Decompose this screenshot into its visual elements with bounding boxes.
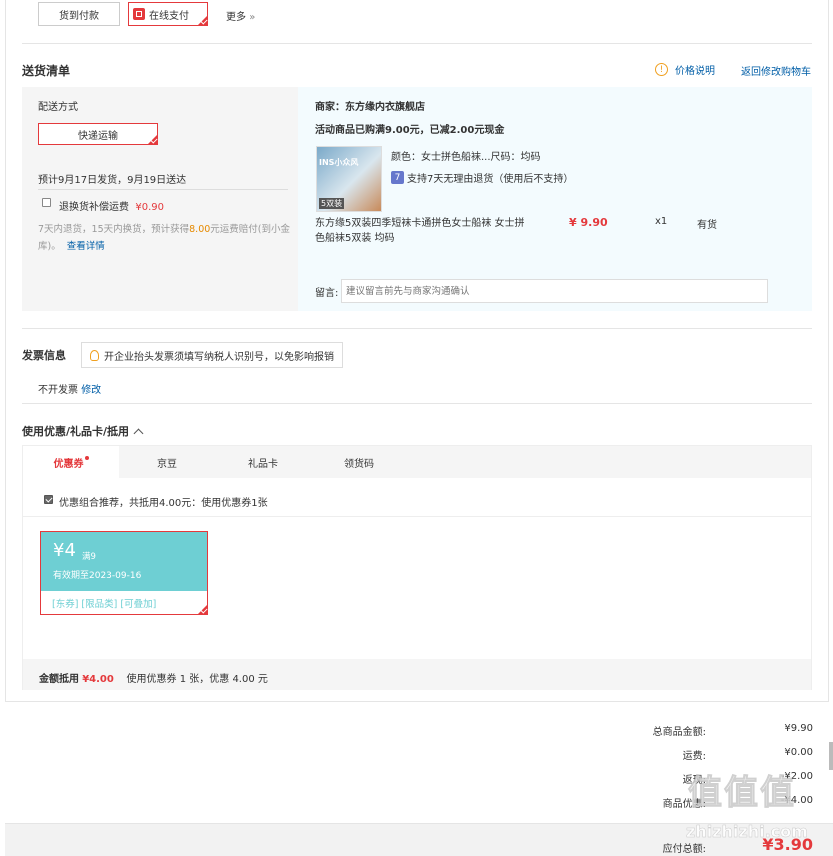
invoice-tip-text: 开企业抬头发票须填写纳税人识别号，以免影响报销	[104, 351, 334, 363]
insurance-text: 退换货补偿运费	[59, 202, 129, 213]
insurance-checkbox[interactable]	[42, 198, 51, 207]
product-qty: x1	[655, 216, 668, 227]
tab-pickup-code[interactable]: 领货码	[311, 446, 407, 478]
product-name[interactable]: 东方缘5双装四季短袜卡通拼色女士船袜 女士拼色船袜5双装 均码	[315, 216, 525, 246]
express-label: 快递运输	[78, 130, 118, 142]
frame-bottom	[5, 701, 829, 702]
shipping-method-title: 配送方式	[38, 102, 78, 113]
watermark-logo: 值值值	[688, 773, 796, 814]
price-info-label: 价格说明	[675, 66, 715, 77]
cod-button[interactable]: 货到付款	[38, 2, 120, 26]
delivery-schedule: 预计9月17日发货，9月19日送达	[38, 175, 187, 186]
express-shipping-button[interactable]: 快递运输	[38, 123, 158, 145]
thumb-text: INS小众风	[319, 158, 359, 167]
lightbulb-icon	[90, 349, 99, 361]
recommend-checkbox[interactable]	[44, 495, 53, 504]
tab-giftcard[interactable]: 礼品卡	[215, 446, 311, 478]
divider	[22, 403, 812, 404]
invoice-tip: 开企业抬头发票须填写纳税人识别号，以免影响报销	[81, 342, 343, 368]
online-pay-button[interactable]: 在线支付	[128, 2, 208, 26]
payable-label: 应付总额:	[662, 844, 706, 855]
price-info-link[interactable]: ! 价格说明	[655, 62, 715, 77]
discounts-toggle[interactable]: 使用优惠/礼品卡/抵用	[22, 423, 144, 439]
product-stock: 有货	[697, 220, 717, 231]
shipping-fee-label: 运费:	[682, 751, 706, 762]
product-price: ¥ 9.90	[569, 216, 608, 229]
more-label: 更多	[226, 12, 246, 23]
insurance-desc-text: 7天内退货，15天内换货，预计获得	[38, 224, 190, 235]
summary-label: 金额抵用	[39, 674, 79, 685]
shipping-fee-value: ¥0.00	[784, 747, 813, 758]
tab-coupon[interactable]: 优惠券	[23, 446, 119, 478]
coupon-threshold: 满9	[82, 552, 96, 562]
frame-right	[828, 0, 829, 702]
selected-check-icon	[148, 135, 157, 144]
summary-desc: 使用优惠券 1 张，优惠 4.00 元	[126, 674, 268, 685]
discounts-panel: 优惠券 京豆 礼品卡 领货码 优惠组合推荐，共抵用4.00元：使用优惠券1张 ¥…	[22, 445, 812, 690]
delivery-list-title: 送货清单	[22, 64, 71, 78]
insurance-label: 退换货补偿运费 ¥0.90	[59, 198, 164, 213]
divider	[23, 516, 811, 517]
promotion-text: 活动商品已购满9.00元，已减2.00元现金	[315, 125, 505, 136]
divider	[22, 328, 812, 329]
return-policy: 7 支持7天无理由退货（使用后不支持）	[391, 170, 573, 185]
seven-day-return-icon: 7	[391, 171, 404, 184]
invoice-status: 不开发票 修改	[38, 381, 101, 396]
insurance-price: ¥0.90	[135, 202, 164, 213]
invoice-title: 发票信息	[22, 349, 66, 362]
divider	[38, 189, 288, 190]
insurance-amount: 8.00	[189, 224, 211, 235]
red-dot-icon	[84, 456, 89, 460]
tab-coupon-label: 优惠券	[53, 458, 84, 470]
note-input[interactable]	[341, 279, 768, 303]
coupon-card[interactable]: ¥4 满9 有效期至2023-09-16 [东券] [限品类] [可叠加]	[40, 531, 208, 615]
merchant-name: 商家：东方缘内衣旗舰店	[315, 102, 425, 113]
frame-left	[5, 0, 6, 702]
online-pay-label: 在线支付	[149, 10, 189, 22]
note-label: 留言:	[315, 288, 339, 299]
invoice-modify-link[interactable]: 修改	[81, 385, 101, 396]
cod-label: 货到付款	[59, 10, 99, 22]
coupon-expiry: 有效期至2023-09-16	[53, 571, 142, 581]
coupon-tags: [东券] [限品类] [可叠加]	[52, 599, 157, 610]
selected-check-icon	[198, 605, 207, 614]
more-arrow-icon: »	[249, 12, 256, 23]
product-thumbnail[interactable]: INS小众风 5双装	[316, 146, 382, 212]
info-icon: !	[655, 63, 668, 76]
product-attrs: 颜色：女士拼色船袜...尺码：均码	[391, 152, 541, 163]
more-payment-link[interactable]: 更多 »	[226, 8, 255, 23]
invoice-status-text: 不开发票	[38, 385, 78, 396]
return-policy-text: 支持7天无理由退货（使用后不支持）	[407, 174, 574, 185]
total-goods-label: 总商品金额:	[652, 727, 706, 738]
thumb-badge: 5双装	[319, 198, 345, 209]
total-goods-value: ¥9.90	[784, 723, 813, 734]
insurance-desc: 7天内退货，15天内换货，预计获得8.00元运费赔付(到小金库)。 查看详情	[38, 221, 290, 255]
recommend-text: 优惠组合推荐，共抵用4.00元：使用优惠券1张	[59, 498, 268, 509]
selected-check-icon	[198, 16, 207, 25]
coupon-amount: ¥4	[53, 540, 76, 561]
chevron-up-icon	[133, 428, 144, 438]
summary-amount: ¥4.00	[82, 674, 114, 685]
tab-jingdou[interactable]: 京豆	[119, 446, 215, 478]
discount-summary-line: 金额抵用 ¥4.00 使用优惠券 1 张，优惠 4.00 元	[39, 670, 268, 685]
scrollbar-thumb[interactable]	[829, 742, 833, 770]
discounts-title: 使用优惠/礼品卡/抵用	[22, 425, 130, 438]
divider	[22, 43, 812, 44]
watermark-text: zhizhizhi.com	[686, 822, 808, 842]
details-link[interactable]: 查看详情	[67, 241, 105, 252]
return-cart-link[interactable]: 返回修改购物车	[741, 63, 811, 78]
online-pay-icon	[133, 8, 145, 20]
